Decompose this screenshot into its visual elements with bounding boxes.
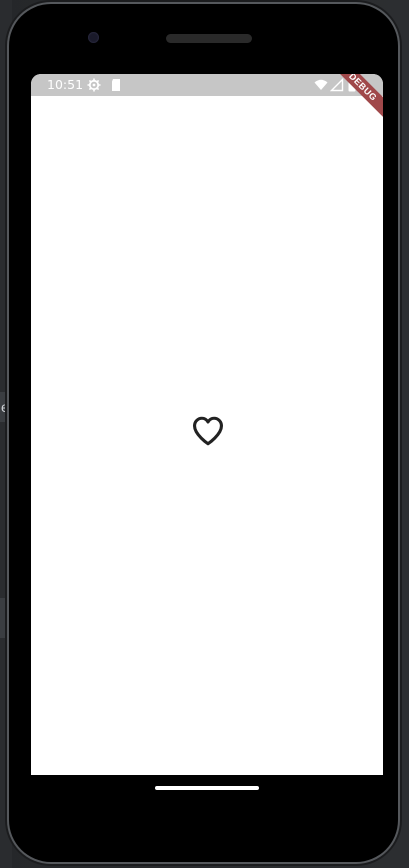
- status-time: 10:51: [47, 77, 84, 92]
- sd-card-icon: [112, 79, 120, 91]
- settings-gear-icon: [87, 78, 101, 92]
- cell-signal-icon: [330, 78, 344, 92]
- wifi-icon: [314, 79, 328, 90]
- app-screen: 10:51 DEBUG: [31, 74, 383, 775]
- front-camera: [88, 32, 99, 43]
- heart-outline-icon[interactable]: [191, 414, 225, 448]
- status-bar: 10:51: [31, 74, 383, 96]
- emulator-background: e 10:51 DEBUG: [0, 0, 409, 868]
- phone-frame: 10:51 DEBUG: [9, 4, 398, 862]
- earpiece-speaker: [166, 34, 252, 43]
- home-gesture-pill[interactable]: [155, 786, 259, 790]
- navigation-bar: [31, 775, 383, 825]
